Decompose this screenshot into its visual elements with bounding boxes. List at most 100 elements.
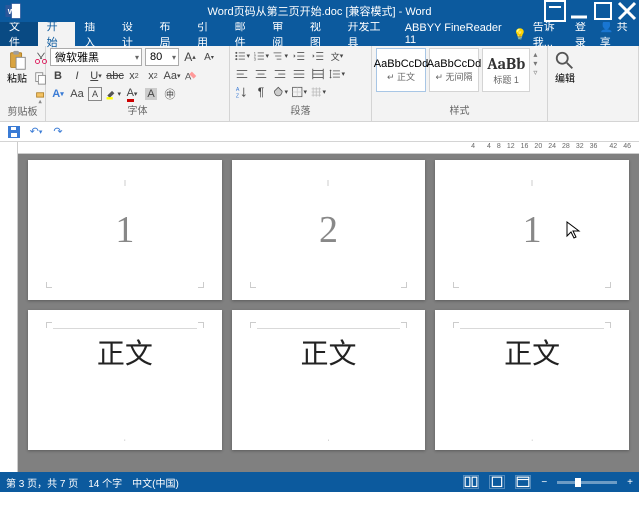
app-icon: W <box>4 2 22 20</box>
styles-gallery-nav[interactable]: ▴▾▿ <box>533 48 543 79</box>
ribbon-tabs: 文件 开始 插入 设计 布局 引用 邮件 审阅 视图 开发工具 ABBYY Fi… <box>0 22 639 46</box>
font-size-combo[interactable]: 80 <box>145 48 179 66</box>
svg-text:3: 3 <box>254 57 256 62</box>
svg-text:A: A <box>236 87 240 93</box>
tab-design[interactable]: 设计 <box>113 22 151 46</box>
align-justify-button[interactable] <box>291 66 307 82</box>
char-border-button[interactable]: A <box>88 87 102 101</box>
cursor-icon <box>565 220 581 240</box>
change-case-button[interactable]: Aa▾ <box>164 68 180 84</box>
phonetic-guide-button[interactable]: Aa <box>69 86 85 102</box>
view-read-button[interactable] <box>463 475 479 489</box>
minimize-button[interactable] <box>567 0 591 22</box>
view-web-button[interactable] <box>515 475 531 489</box>
paste-button[interactable]: 粘贴 <box>4 48 30 87</box>
asian-layout-button[interactable]: 文▾ <box>329 48 345 64</box>
borders-button[interactable]: ▾ <box>291 84 307 100</box>
tab-review[interactable]: 审阅 <box>263 22 301 46</box>
ribbon-display-icon[interactable] <box>543 0 567 22</box>
undo-button[interactable]: ↶ ▾ <box>28 124 44 140</box>
font-color-button[interactable]: A▾ <box>124 86 140 102</box>
save-button[interactable] <box>6 124 22 140</box>
bullets-button[interactable]: ▾ <box>234 48 250 64</box>
subscript-button[interactable]: x2 <box>126 68 142 84</box>
style-normal[interactable]: AaBbCcDd ↵ 正文 <box>376 48 426 92</box>
page-number: 1 <box>523 208 542 252</box>
style-heading1[interactable]: AaBb 标题 1 <box>482 48 530 92</box>
maximize-button[interactable] <box>591 0 615 22</box>
page-4[interactable]: 正文 · <box>28 310 222 450</box>
bold-button[interactable]: B <box>50 68 66 84</box>
close-button[interactable] <box>615 0 639 22</box>
increase-indent-button[interactable] <box>310 48 326 64</box>
page-6[interactable]: 正文 · <box>435 310 629 450</box>
show-marks-button[interactable]: ¶ <box>253 84 269 100</box>
view-print-button[interactable] <box>489 475 505 489</box>
zoom-out-button[interactable]: − <box>541 477 547 488</box>
group-editing: 编辑 <box>548 46 639 121</box>
window-title: Word页码从第三页开始.doc [兼容模式] - Word <box>208 3 432 19</box>
tab-mailings[interactable]: 邮件 <box>226 22 264 46</box>
align-center-button[interactable] <box>253 66 269 82</box>
text-effects-button[interactable]: A▾ <box>50 86 66 102</box>
tab-file[interactable]: 文件 <box>0 22 38 46</box>
page-2[interactable]: 2 <box>232 160 426 300</box>
tab-abbyy[interactable]: ABBYY FineReader 11 <box>396 22 513 46</box>
page-number: 2 <box>319 208 338 252</box>
tab-home[interactable]: 开始 <box>38 22 76 46</box>
page-3[interactable]: 1 <box>435 160 629 300</box>
quick-access-toolbar: ↶ ▾ ↷ <box>0 122 639 142</box>
tell-me-icon: 💡 <box>513 28 527 41</box>
group-clipboard: 粘贴 剪贴板 <box>0 46 46 121</box>
page-body-text: 正文 <box>504 332 560 372</box>
strikethrough-button[interactable]: abc <box>107 68 123 84</box>
clear-format-button[interactable]: A <box>183 68 199 84</box>
tab-insert[interactable]: 插入 <box>75 22 113 46</box>
page-number: 1 <box>115 208 134 252</box>
align-distribute-button[interactable] <box>310 66 326 82</box>
status-bar: 第 3 页，共 7 页 14 个字 中文(中国) − + <box>0 472 639 492</box>
tab-developer[interactable]: 开发工具 <box>338 22 395 46</box>
highlight-button[interactable]: ▾ <box>105 86 121 102</box>
shrink-font-button[interactable]: A▾ <box>201 49 217 65</box>
align-left-button[interactable] <box>234 66 250 82</box>
redo-button[interactable]: ↷ <box>50 124 66 140</box>
shading-button[interactable]: ▾ <box>272 84 288 100</box>
group-label-styles: 样式 <box>376 105 543 119</box>
status-language[interactable]: 中文(中国) <box>132 475 179 490</box>
find-button[interactable]: 编辑 <box>552 48 578 87</box>
vertical-ruler[interactable] <box>0 142 18 472</box>
enclose-char-button[interactable]: ㊥ <box>162 86 178 102</box>
group-label-font: 字体 <box>50 105 225 119</box>
title-bar: W Word页码从第三页开始.doc [兼容模式] - Word <box>0 0 639 22</box>
underline-button[interactable]: U ▾ <box>88 68 104 84</box>
page-5[interactable]: 正文 · <box>232 310 426 450</box>
zoom-in-button[interactable]: + <box>627 477 633 488</box>
status-page[interactable]: 第 3 页，共 7 页 <box>6 475 78 490</box>
tab-references[interactable]: 引用 <box>188 22 226 46</box>
style-no-spacing[interactable]: AaBbCcDd ↵ 无间隔 <box>429 48 479 92</box>
tab-view[interactable]: 视图 <box>301 22 339 46</box>
char-shading-button[interactable]: A <box>143 86 159 102</box>
svg-text:W: W <box>8 7 16 16</box>
superscript-button[interactable]: x2 <box>145 68 161 84</box>
zoom-slider[interactable] <box>557 481 617 484</box>
tab-layout[interactable]: 布局 <box>150 22 188 46</box>
multilevel-button[interactable]: ▾ <box>272 48 288 64</box>
group-paragraph: ▾ 123▾ ▾ 文▾ ▾ AZ ¶ ▾ ▾ ▾ <box>230 46 372 121</box>
group-styles: AaBbCcDd ↵ 正文 AaBbCcDd ↵ 无间隔 AaBb 标题 1 ▴… <box>372 46 548 121</box>
sort-button[interactable]: AZ <box>234 84 250 100</box>
font-family-combo[interactable]: 微软雅黑 <box>50 48 142 66</box>
grow-font-button[interactable]: A▴ <box>182 49 198 65</box>
status-word-count[interactable]: 14 个字 <box>88 475 122 490</box>
group-font: 微软雅黑 80 A▴ A▾ B I U ▾ abc x2 x2 Aa▾ A A▾… <box>46 46 230 121</box>
numbering-button[interactable]: 123▾ <box>253 48 269 64</box>
decrease-indent-button[interactable] <box>291 48 307 64</box>
snap-grid-button[interactable]: ▾ <box>310 84 326 100</box>
align-right-button[interactable] <box>272 66 288 82</box>
horizontal-ruler[interactable]: 4 4812 162024 283236 4246 <box>18 142 639 154</box>
page-1[interactable]: 1 <box>28 160 222 300</box>
group-label-clipboard: 剪贴板 <box>4 106 41 120</box>
line-spacing-button[interactable]: ▾ <box>329 66 345 82</box>
italic-button[interactable]: I <box>69 68 85 84</box>
